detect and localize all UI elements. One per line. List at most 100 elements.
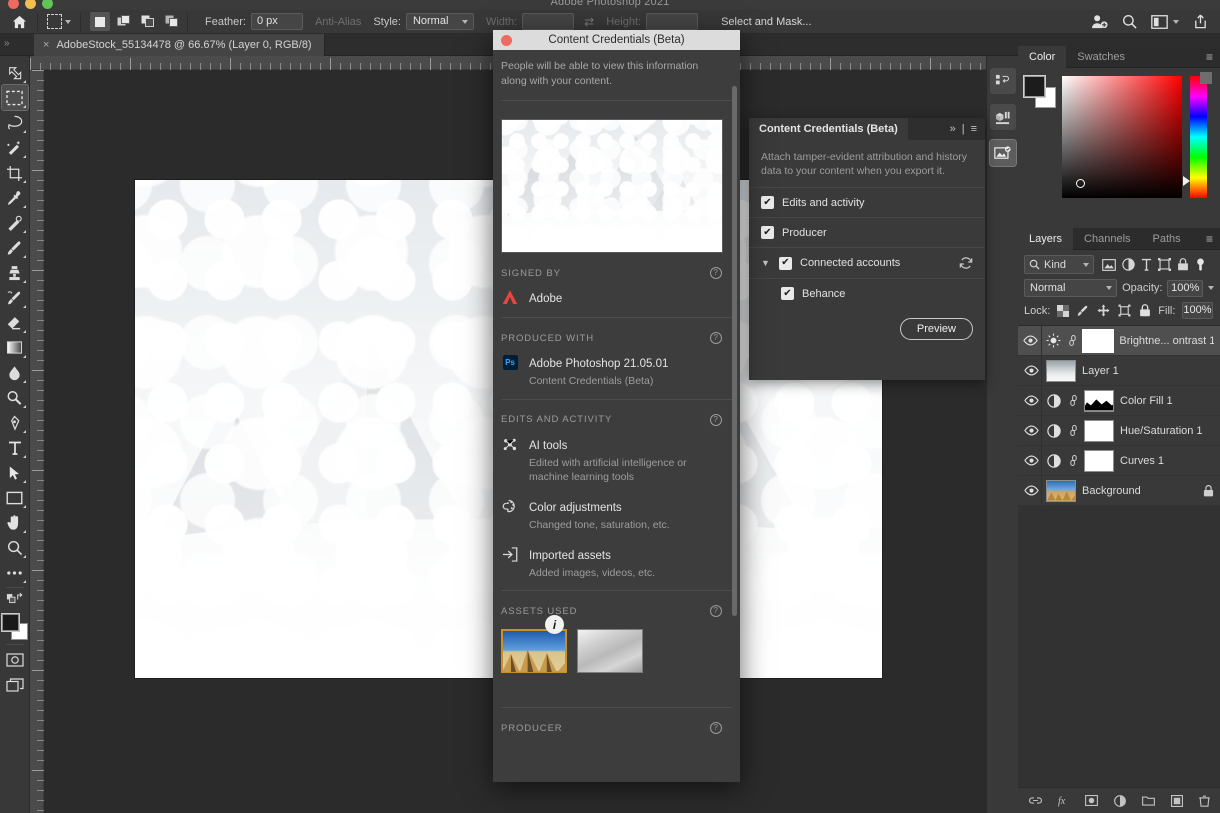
checkbox-connected-accounts[interactable]: ✔	[779, 257, 792, 270]
selection-mode-group[interactable]	[90, 12, 182, 31]
chevron-down-icon[interactable]: ▼	[761, 258, 771, 268]
lock-image-pixels-icon[interactable]	[1077, 305, 1089, 317]
pen-tool[interactable]	[2, 410, 28, 435]
width-input[interactable]	[522, 13, 574, 30]
healing-brush-tool[interactable]	[2, 210, 28, 235]
type-layers-icon[interactable]	[1141, 258, 1152, 271]
clouds-asset-thumbnail[interactable]	[577, 629, 643, 673]
layer-name[interactable]: Layer 1	[1082, 365, 1119, 377]
smart-object-icon[interactable]	[1177, 258, 1189, 271]
refresh-icon[interactable]	[959, 256, 973, 270]
table-row[interactable]: Layer 1	[1018, 356, 1220, 386]
layer-thumbnail[interactable]	[1046, 480, 1076, 502]
style-select[interactable]: Normal	[406, 13, 474, 30]
link-layer-icon[interactable]	[1068, 334, 1078, 347]
layer-name[interactable]: Background	[1082, 485, 1141, 497]
workspace-icon[interactable]	[1151, 15, 1179, 29]
checkbox-edits-and-activity[interactable]: ✔	[761, 196, 774, 209]
tab-swatches[interactable]: Swatches	[1066, 46, 1136, 68]
subtract-from-selection-button[interactable]	[138, 12, 158, 31]
layer-name[interactable]: Color Fill 1	[1120, 395, 1173, 407]
window-title-bar[interactable]: Content Credentials (Beta)	[493, 30, 740, 50]
tab-overflow-arrows[interactable]: »	[4, 38, 10, 49]
link-layer-icon[interactable]	[1068, 394, 1078, 407]
layer-visibility-toggle[interactable]	[1022, 485, 1040, 496]
layer-visibility-toggle[interactable]	[1022, 425, 1040, 436]
color-chips[interactable]	[2, 614, 28, 642]
lock-transparent-pixels-icon[interactable]	[1057, 305, 1069, 317]
layer-filter-icons[interactable]	[1102, 258, 1206, 272]
layer-name[interactable]: Hue/Saturation 1	[1120, 425, 1203, 437]
delete-layer-icon[interactable]	[1199, 795, 1210, 807]
foreground-color-chip[interactable]	[2, 614, 19, 631]
layer-visibility-toggle[interactable]	[1022, 395, 1040, 406]
color-picker[interactable]	[1018, 68, 1220, 228]
hue-slider[interactable]	[1190, 76, 1207, 198]
hue-slider-handle[interactable]	[1183, 176, 1190, 186]
layer-mask-icon[interactable]	[1085, 795, 1098, 806]
table-row[interactable]: Curves 1	[1018, 446, 1220, 476]
help-icon[interactable]: ?	[710, 332, 722, 344]
intersect-selection-button[interactable]	[162, 12, 182, 31]
gradient-tool[interactable]	[2, 335, 28, 360]
layer-name[interactable]: Curves 1	[1120, 455, 1164, 467]
search-icon[interactable]	[1122, 14, 1137, 29]
move-tool[interactable]	[2, 60, 28, 85]
add-to-selection-button[interactable]	[114, 12, 134, 31]
color-gradient-field[interactable]	[1062, 76, 1182, 198]
eraser-tool[interactable]	[2, 310, 28, 335]
fill-input[interactable]: 100%	[1182, 302, 1212, 319]
color-chips[interactable]	[1024, 76, 1054, 106]
table-row[interactable]: Color Fill 1	[1018, 386, 1220, 416]
new-group-icon[interactable]	[1142, 795, 1155, 806]
blend-mode-select[interactable]: Normal	[1024, 279, 1117, 297]
panel-menu-icon[interactable]: ≡	[971, 123, 977, 135]
layer-visibility-toggle[interactable]	[1022, 365, 1040, 376]
brush-tool[interactable]	[2, 235, 28, 260]
new-layer-icon[interactable]	[1171, 795, 1183, 807]
crop-tool[interactable]	[2, 160, 28, 185]
rectangular-marquee-tool[interactable]	[2, 85, 28, 110]
edit-toolbar-tool[interactable]	[2, 560, 28, 585]
lock-icons[interactable]	[1057, 304, 1151, 317]
option-producer[interactable]: ✔ Producer	[749, 217, 985, 247]
help-icon[interactable]: ?	[710, 722, 722, 734]
lock-position-icon[interactable]	[1097, 304, 1110, 317]
share-icon[interactable]	[1193, 14, 1208, 29]
preview-button[interactable]: Preview	[900, 318, 973, 340]
layer-filter-kind-select[interactable]: Kind	[1024, 255, 1094, 274]
libraries-panel-icon[interactable]	[990, 104, 1016, 130]
anti-alias-label[interactable]: Anti-Alias	[315, 16, 361, 28]
height-input[interactable]	[646, 13, 698, 30]
adjustment-layers-icon[interactable]	[1122, 258, 1135, 271]
color-panel-extra-swatch[interactable]	[1200, 72, 1212, 84]
content-credentials-panel-icon[interactable]	[990, 140, 1016, 166]
lasso-tool[interactable]	[2, 110, 28, 135]
opacity-stepper-chevron-icon[interactable]	[1208, 286, 1214, 290]
panel-menu-icon[interactable]: ≡	[1206, 232, 1220, 246]
layer-mask-thumbnail[interactable]	[1083, 330, 1113, 352]
checkbox-producer[interactable]: ✔	[761, 226, 774, 239]
quick-mask-icon[interactable]	[2, 647, 28, 672]
option-edits-and-activity[interactable]: ✔ Edits and activity	[749, 187, 985, 217]
tab-paths[interactable]: Paths	[1142, 228, 1192, 250]
tab-color[interactable]: Color	[1018, 46, 1066, 68]
lock-all-icon[interactable]	[1139, 304, 1151, 317]
eyedropper-tool[interactable]	[2, 185, 28, 210]
lock-artboard-icon[interactable]	[1118, 304, 1131, 317]
layer-name[interactable]: Brightne... ontrast 1	[1119, 335, 1214, 347]
link-layer-icon[interactable]	[1068, 454, 1078, 467]
link-layer-icon[interactable]	[1068, 424, 1078, 437]
pixel-layers-icon[interactable]	[1102, 259, 1116, 271]
link-layers-icon[interactable]	[1029, 795, 1042, 806]
screen-mode-icon[interactable]	[2, 672, 28, 697]
filter-toggle-icon[interactable]	[1195, 258, 1206, 272]
feather-input[interactable]: 0 px	[251, 13, 303, 30]
swap-width-height-icon[interactable]: ⇄	[584, 15, 594, 29]
path-selection-tool[interactable]	[2, 460, 28, 485]
tab-content-credentials[interactable]: Content Credentials (Beta)	[749, 118, 908, 140]
close-icon[interactable]	[501, 35, 512, 46]
foreground-color-chip[interactable]	[1024, 76, 1045, 97]
chevron-down-icon[interactable]	[65, 20, 71, 24]
checkbox-behance[interactable]: ✔	[781, 287, 794, 300]
